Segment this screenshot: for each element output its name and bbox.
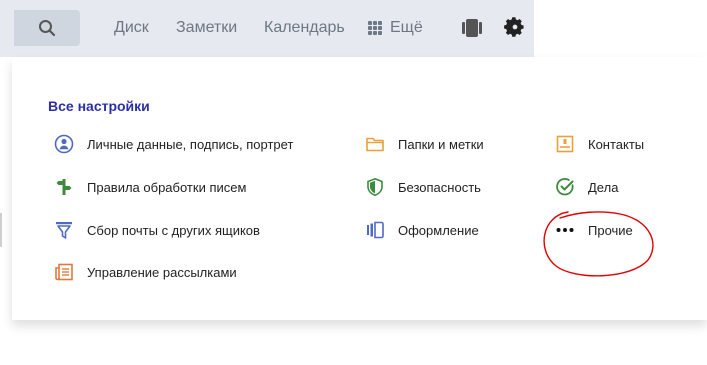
settings-item-collect[interactable]: Сбор почты с других ящиков (54, 220, 260, 240)
settings-item-theme[interactable]: Оформление (365, 220, 479, 240)
grid-icon (368, 21, 382, 35)
nav-more-label: Ещё (390, 19, 423, 36)
settings-item-contacts[interactable]: Контакты (555, 134, 644, 154)
newsletter-icon (54, 262, 74, 282)
settings-item-label: Безопасность (398, 179, 481, 195)
search-button[interactable] (14, 10, 80, 46)
settings-item-todo[interactable]: Дела (555, 177, 618, 197)
nav-link-disk[interactable]: Диск (114, 18, 149, 38)
top-bar: Диск Заметки Календарь Ещё (0, 0, 534, 57)
nav-link-calendar[interactable]: Календарь (264, 18, 345, 38)
settings-item-label: Папки и метки (398, 136, 484, 152)
filter-icon (54, 220, 74, 240)
settings-item-label: Оформление (398, 222, 479, 238)
shield-icon (365, 177, 385, 197)
dropdown-caret (509, 57, 525, 65)
settings-item-label: Сбор почты с других ящиков (87, 222, 260, 238)
settings-item-label: Управление рассылками (87, 264, 237, 280)
settings-item-label: Правила обработки писем (87, 179, 247, 195)
check-icon (555, 177, 575, 197)
settings-item-personal[interactable]: Личные данные, подпись, портрет (54, 134, 293, 154)
settings-item-label: Контакты (588, 136, 645, 152)
annotation-circle (543, 211, 654, 277)
settings-item-security[interactable]: Безопасность (365, 177, 481, 197)
left-edge-artifact (0, 213, 2, 247)
nav-more-button[interactable]: Ещё (368, 18, 423, 38)
theme-icon[interactable] (461, 18, 483, 38)
user-icon (54, 134, 74, 154)
settings-title[interactable]: Все настройки (48, 98, 150, 114)
theme-icon (365, 220, 385, 240)
nav-link-notes[interactable]: Заметки (176, 18, 237, 38)
contacts-icon (555, 134, 575, 154)
sort-icon (54, 177, 74, 197)
settings-item-label: Дела (588, 179, 619, 195)
settings-item-folders[interactable]: Папки и метки (365, 134, 484, 154)
settings-item-rules[interactable]: Правила обработки писем (54, 177, 246, 197)
settings-item-label: Личные данные, подпись, портрет (87, 136, 294, 152)
gear-icon[interactable] (504, 16, 526, 38)
folder-icon (365, 134, 385, 154)
settings-item-newsletters[interactable]: Управление рассылками (54, 262, 237, 282)
search-icon (39, 20, 56, 37)
